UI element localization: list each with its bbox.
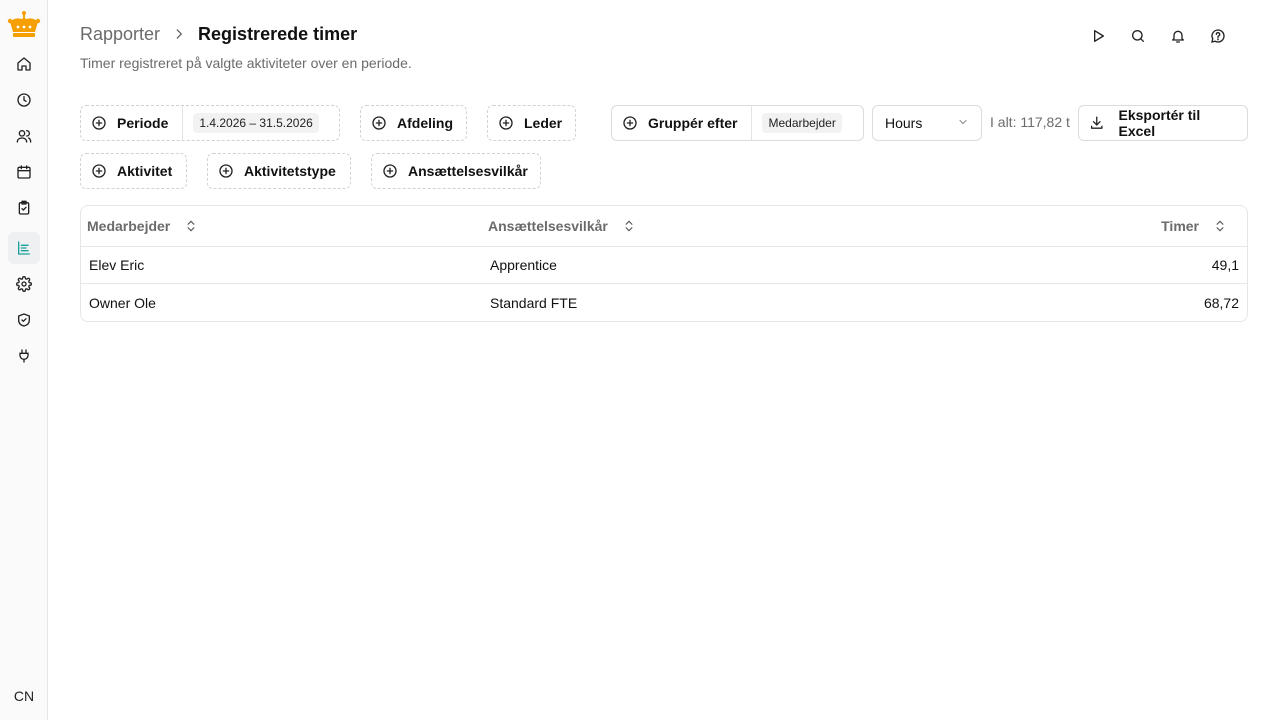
plus-circle-icon xyxy=(371,115,387,131)
afdeling-filter[interactable]: Afdeling xyxy=(360,105,467,141)
cell-medarbejder: Elev Eric xyxy=(89,257,145,273)
aktivitetstype-label: Aktivitetstype xyxy=(244,163,336,179)
reports-icon xyxy=(18,241,30,255)
plus-circle-icon xyxy=(382,163,398,179)
column-header-ansaettelsesvilkaar[interactable]: Ansættelsesvilkår xyxy=(482,218,1082,234)
breadcrumb: Rapporter Registrerede timer xyxy=(80,22,357,46)
hours-table: Medarbejder Ansættelsesvilkår Timer Elev… xyxy=(80,205,1248,322)
leder-label: Leder xyxy=(524,115,563,131)
column-header-label: Timer xyxy=(1161,218,1199,234)
cell-ansaettelsesvilkaar: Apprentice xyxy=(490,257,557,273)
sidebar-item-reports[interactable] xyxy=(8,232,40,264)
table-row[interactable]: Elev Eric Apprentice 49,1 xyxy=(81,247,1247,284)
sidebar-item-employees[interactable] xyxy=(8,120,40,152)
cell-timer: 68,72 xyxy=(1203,294,1239,311)
column-header-medarbejder[interactable]: Medarbejder xyxy=(81,218,482,234)
download-icon xyxy=(1090,116,1103,129)
plus-circle-icon xyxy=(91,115,107,131)
plus-circle-icon xyxy=(498,115,514,131)
group-by-value: Medarbejder xyxy=(762,113,842,133)
chevron-down-icon xyxy=(957,115,969,131)
chip-divider xyxy=(751,106,753,140)
shield-check-icon xyxy=(18,313,30,327)
cell-ansaettelsesvilkaar: Standard FTE xyxy=(490,294,578,311)
top-actions xyxy=(1086,24,1230,48)
search-icon xyxy=(1132,30,1144,42)
search-button[interactable] xyxy=(1126,24,1150,48)
sidebar-item-tasks[interactable] xyxy=(8,192,40,224)
breadcrumb-parent[interactable]: Rapporter xyxy=(80,24,160,45)
crown-logo-icon[interactable] xyxy=(7,10,41,40)
leder-filter[interactable]: Leder xyxy=(487,105,576,141)
home-icon xyxy=(17,57,31,71)
periode-value: 1.4.2026 – 31.5.2026 xyxy=(193,113,319,133)
sort-icon xyxy=(187,220,195,232)
plus-circle-icon xyxy=(91,163,107,179)
sort-icon xyxy=(1216,220,1224,232)
column-header-label: Medarbejder xyxy=(87,218,171,234)
page-title: Registrerede timer xyxy=(198,23,358,44)
sidebar-item-settings[interactable] xyxy=(8,268,40,300)
unit-select-value: Hours xyxy=(885,115,923,131)
plus-circle-icon xyxy=(622,115,638,131)
periode-filter[interactable]: Periode 1.4.2026 – 31.5.2026 xyxy=(80,105,340,141)
aktivitet-filter[interactable]: Aktivitet xyxy=(80,153,187,189)
sort-icon xyxy=(625,220,633,232)
sidebar-item-home[interactable] xyxy=(8,48,40,80)
ansaettelsesvilkaar-label: Ansættelsesvilkår xyxy=(408,163,528,179)
calendar-icon xyxy=(17,165,31,179)
periode-label: Periode xyxy=(117,115,169,131)
page-subtitle: Timer registreret på valgte aktiviteter … xyxy=(80,55,412,71)
notifications-button[interactable] xyxy=(1166,24,1190,48)
sidebar-item-time[interactable] xyxy=(8,84,40,116)
bell-icon xyxy=(1172,30,1184,43)
export-excel-button[interactable]: Eksportér til Excel xyxy=(1078,105,1248,141)
group-by-filter[interactable]: Gruppér efter Medarbejder xyxy=(611,105,864,141)
ansaettelsesvilkaar-filter[interactable]: Ansættelsesvilkår xyxy=(371,153,541,189)
unit-select[interactable]: Hours xyxy=(872,105,982,141)
export-label: Eksportér til Excel xyxy=(1118,107,1201,139)
play-icon xyxy=(1094,30,1104,42)
chevron-right-icon xyxy=(172,27,186,41)
plug-icon xyxy=(19,349,29,363)
afdeling-label: Afdeling xyxy=(397,115,453,131)
total-hours: I alt: 117,82 t xyxy=(990,114,1070,130)
avatar[interactable]: CN xyxy=(8,680,40,712)
help-icon xyxy=(1211,29,1225,43)
column-header-timer[interactable]: Timer xyxy=(1082,218,1247,234)
table-row[interactable]: Owner Ole Standard FTE 68,72 xyxy=(81,284,1247,321)
sidebar-item-integrations[interactable] xyxy=(8,340,40,372)
clock-icon xyxy=(17,93,31,107)
gear-icon xyxy=(16,276,32,292)
play-button[interactable] xyxy=(1086,24,1110,48)
sidebar: CN xyxy=(0,0,48,720)
sidebar-item-calendar[interactable] xyxy=(8,156,40,188)
aktivitet-label: Aktivitet xyxy=(117,163,173,179)
help-button[interactable] xyxy=(1206,24,1230,48)
sidebar-item-security[interactable] xyxy=(8,304,40,336)
clipboard-check-icon xyxy=(18,200,30,215)
table-header: Medarbejder Ansættelsesvilkår Timer xyxy=(81,206,1247,247)
column-header-label: Ansættelsesvilkår xyxy=(488,218,608,234)
chip-divider xyxy=(182,106,184,140)
users-icon xyxy=(16,130,32,143)
aktivitetstype-filter[interactable]: Aktivitetstype xyxy=(207,153,351,189)
plus-circle-icon xyxy=(218,163,234,179)
group-by-label: Gruppér efter xyxy=(648,115,738,131)
cell-timer: 49,1 xyxy=(1211,257,1239,273)
cell-medarbejder: Owner Ole xyxy=(89,294,156,311)
